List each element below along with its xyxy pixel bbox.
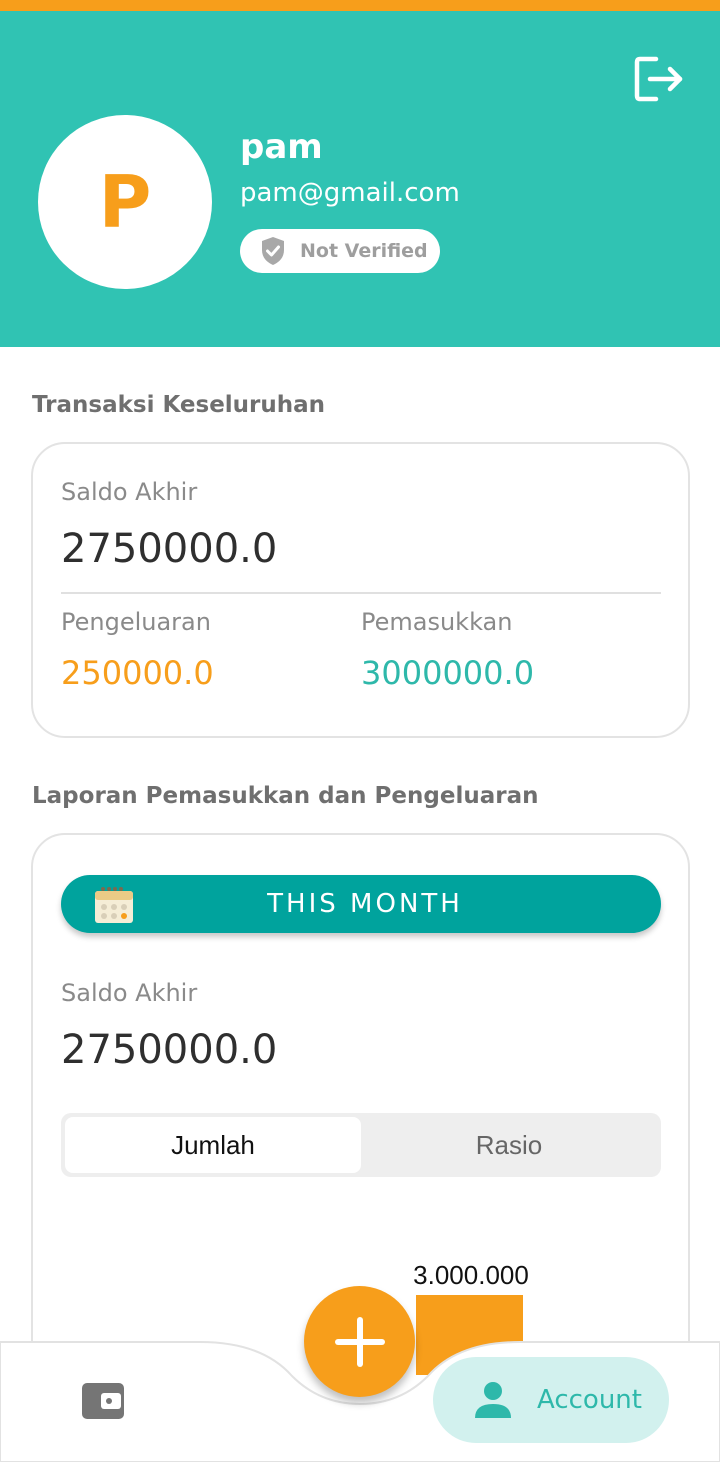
avatar-initial: P: [98, 160, 152, 244]
account-nav-button[interactable]: Account: [433, 1357, 669, 1443]
period-label: THIS MONTH: [267, 889, 463, 919]
person-icon: [475, 1382, 511, 1418]
logout-icon: [634, 56, 683, 102]
tab-jumlah[interactable]: Jumlah: [65, 1117, 361, 1173]
add-transaction-button[interactable]: [304, 1286, 415, 1397]
chart-mode-toggle: Jumlah Rasio: [61, 1113, 661, 1177]
profile-header: P pam pam@gmail.com Not Verified: [0, 11, 720, 347]
overall-summary-card: Saldo Akhir 2750000.0 Pengeluaran 250000…: [31, 442, 690, 738]
income-value: 3000000.0: [361, 654, 535, 692]
wallet-icon: [82, 1383, 124, 1419]
tab-rasio[interactable]: Rasio: [361, 1117, 657, 1173]
overall-section-title: Transaksi Keseluruhan: [32, 392, 326, 418]
shield-check-icon: [262, 237, 284, 265]
report-balance-label: Saldo Akhir: [61, 979, 198, 1007]
income-label: Pemasukkan: [361, 608, 513, 636]
verification-badge[interactable]: Not Verified: [240, 229, 440, 273]
bar-data-label: 3.000.000: [413, 1260, 529, 1290]
calendar-icon: [95, 887, 133, 923]
expense-label: Pengeluaran: [61, 608, 211, 636]
wallet-nav-button[interactable]: [78, 1376, 128, 1426]
avatar: P: [38, 115, 212, 289]
overall-balance-value: 2750000.0: [61, 526, 278, 572]
account-nav-label: Account: [537, 1385, 642, 1415]
card-divider: [61, 592, 661, 594]
period-selector-button[interactable]: THIS MONTH: [61, 875, 661, 933]
user-email: pam@gmail.com: [240, 178, 460, 208]
report-section-title: Laporan Pemasukkan dan Pengeluaran: [32, 783, 539, 809]
plus-icon: [334, 1316, 385, 1367]
logout-button[interactable]: [628, 47, 692, 111]
report-balance-value: 2750000.0: [61, 1027, 278, 1073]
overall-balance-label: Saldo Akhir: [61, 478, 198, 506]
expense-value: 250000.0: [61, 654, 214, 692]
verification-status: Not Verified: [300, 240, 428, 262]
user-name: pam: [240, 127, 323, 167]
top-accent-strip: [0, 0, 720, 11]
